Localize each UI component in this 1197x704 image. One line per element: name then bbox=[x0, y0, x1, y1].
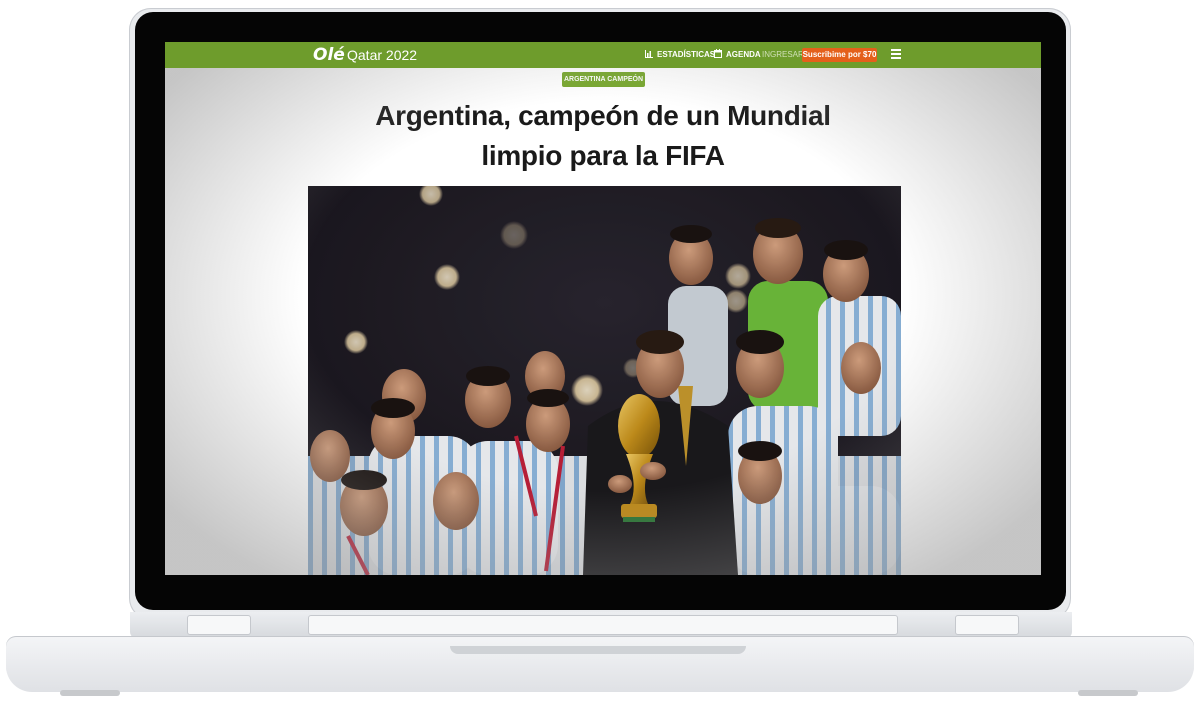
hamburger-menu-icon[interactable] bbox=[891, 49, 901, 59]
subscribe-button[interactable]: Suscribime por $70 bbox=[802, 48, 877, 62]
site-logo[interactable]: Olé bbox=[313, 45, 345, 65]
site-header: Olé Qatar 2022 ESTADÍSTICAS AGENDA INGRE… bbox=[165, 42, 1041, 68]
browser-screen: Olé Qatar 2022 ESTADÍSTICAS AGENDA INGRE… bbox=[165, 42, 1041, 575]
section-title[interactable]: Qatar 2022 bbox=[347, 47, 417, 63]
team-celebration-photo bbox=[308, 186, 901, 575]
login-link[interactable]: INGRESAR bbox=[762, 50, 804, 59]
hinge-slot-left bbox=[187, 615, 251, 635]
category-tag[interactable]: ARGENTINA CAMPEÓN bbox=[562, 72, 645, 87]
hinge-slot-center bbox=[308, 615, 898, 635]
laptop-base bbox=[6, 636, 1194, 692]
headline-line-2: limpio para la FIFA bbox=[481, 140, 725, 171]
calendar-icon[interactable] bbox=[714, 49, 722, 58]
laptop-foot-left bbox=[60, 690, 120, 696]
headline-line-1: Argentina, campeón de un Mundial bbox=[375, 100, 831, 131]
nav-statistics[interactable]: ESTADÍSTICAS bbox=[657, 50, 715, 59]
article-hero-photo bbox=[308, 186, 901, 575]
nav-agenda[interactable]: AGENDA bbox=[726, 50, 761, 59]
hinge-slot-right bbox=[955, 615, 1019, 635]
article-headline: Argentina, campeón de un Mundial limpio … bbox=[295, 96, 911, 176]
laptop-base-notch bbox=[450, 646, 746, 654]
bar-chart-icon[interactable] bbox=[645, 49, 653, 58]
laptop-foot-right bbox=[1078, 690, 1138, 696]
